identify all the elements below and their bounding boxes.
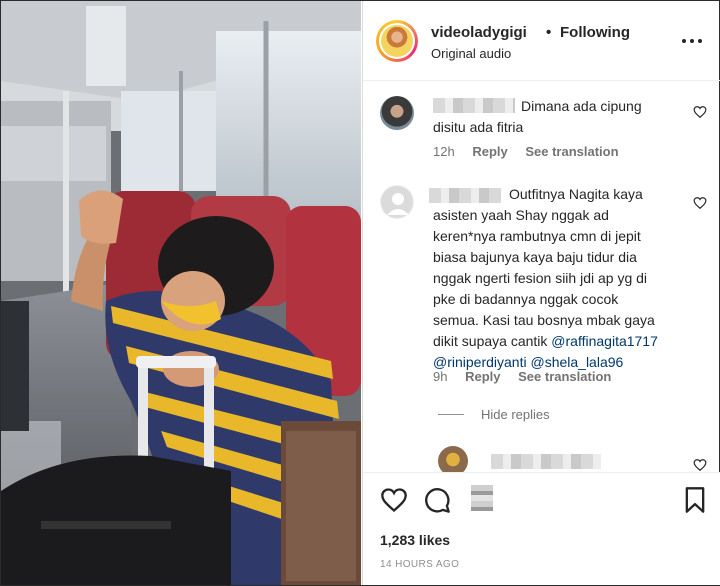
see-translation-button[interactable]: See translation — [525, 144, 618, 159]
comment-line: keren*nya rambutnya cmn di jepit — [433, 228, 641, 244]
comment-bubble-icon[interactable] — [423, 486, 451, 514]
like-reply-heart-icon[interactable] — [693, 458, 707, 472]
mention-link[interactable]: @shela_lala96 — [530, 354, 623, 370]
post-timestamp: 14 HOURS AGO — [380, 559, 460, 570]
post-details-panel: videoladygigi • Following Original audio… — [362, 1, 720, 585]
default-avatar-icon — [387, 193, 409, 215]
video-frame — [1, 1, 361, 585]
comment-line: Outfitnya Nagita kaya — [509, 186, 643, 202]
more-options-icon[interactable] — [680, 31, 704, 51]
comment-time: 9h — [433, 369, 448, 384]
save-bookmark-icon[interactable] — [681, 486, 709, 514]
comment-line: asisten yaah Shay nggak ad — [433, 207, 609, 223]
comment-line: biasa bajunya kaya baju tidur dia — [433, 249, 637, 265]
comment-line-with-mention: dikit supaya cantik @raffinagita1717 — [433, 331, 683, 352]
comment-meta: 12h Reply See translation — [433, 144, 633, 159]
like-heart-icon[interactable] — [380, 486, 408, 514]
comment-time: 12h — [433, 144, 455, 159]
mention-link[interactable]: @riniperdiyanti — [433, 354, 527, 370]
replier-name-redacted — [491, 454, 601, 469]
comment-line: pke di badannya nggak cocok — [433, 291, 619, 307]
replier-avatar[interactable] — [438, 446, 468, 472]
post-header: videoladygigi • Following Original audio — [363, 1, 720, 81]
comments-list[interactable]: Dimana ada cipung disitu ada fitria 12h … — [363, 82, 720, 472]
comment-line: nggak ngerti fesion siih jdi ap yg di — [433, 270, 648, 286]
post-actions: 1,283 likes 14 HOURS AGO — [363, 472, 720, 585]
like-comment-heart-icon[interactable] — [693, 196, 707, 210]
reply-button[interactable]: Reply — [472, 144, 507, 159]
hide-replies-line — [438, 414, 464, 415]
reply-button[interactable]: Reply — [465, 369, 500, 384]
comment-text: Outfitnya Nagita kaya asisten yaah Shay … — [433, 184, 683, 373]
username-link[interactable]: videoladygigi — [431, 24, 527, 41]
following-button[interactable]: Following — [560, 24, 630, 41]
comment-line: semua. Kasi tau bosnya mbak gaya — [433, 312, 655, 328]
video-player[interactable] — [1, 1, 361, 585]
comment-meta: 9h Reply See translation — [433, 369, 625, 384]
commenter-avatar[interactable] — [380, 96, 414, 130]
mention-link[interactable]: @raffinagita1717 — [551, 333, 658, 349]
comment-text: Dimana ada cipung disitu ada fitria — [433, 98, 642, 135]
commenter-avatar[interactable] — [380, 185, 414, 219]
separator-dot: • — [546, 24, 552, 41]
share-icon-redacted[interactable] — [471, 485, 493, 511]
likes-count[interactable]: 1,283 likes — [380, 532, 450, 548]
hide-replies-button[interactable]: Hide replies — [481, 407, 550, 422]
like-comment-heart-icon[interactable] — [693, 105, 707, 119]
comment-line: dikit supaya cantik — [433, 333, 548, 349]
see-translation-button[interactable]: See translation — [518, 369, 611, 384]
audio-link[interactable]: Original audio — [431, 46, 511, 61]
avatar-image — [381, 25, 413, 57]
profile-avatar[interactable] — [376, 20, 418, 62]
